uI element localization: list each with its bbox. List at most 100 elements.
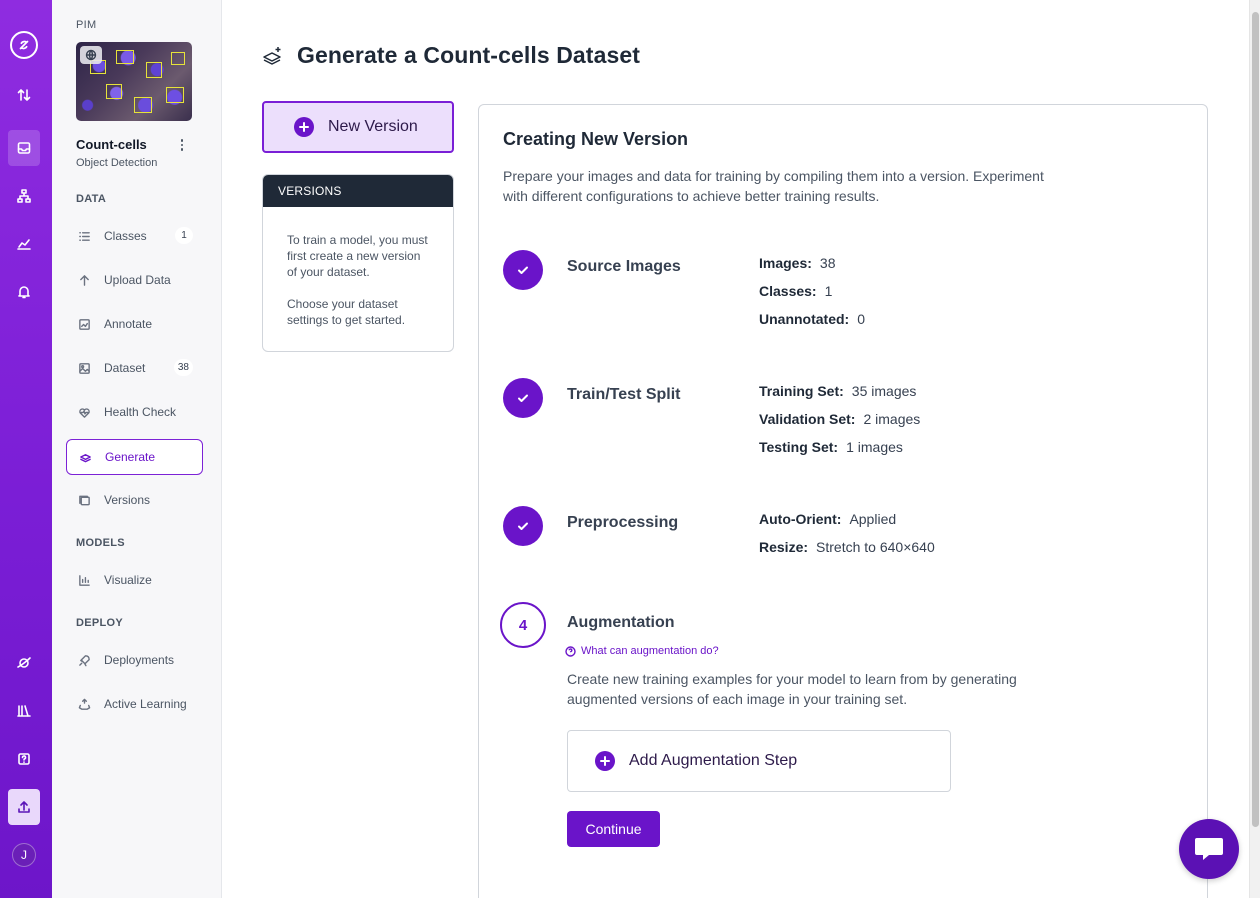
page-title: Generate a Count-cells Dataset bbox=[297, 42, 641, 68]
sidebar-item-label: Dataset bbox=[104, 361, 146, 375]
page-header: Generate a Count-cells Dataset bbox=[262, 42, 640, 69]
step-preprocessing-title[interactable]: Preprocessing bbox=[567, 514, 678, 532]
section-data: DATA bbox=[76, 193, 107, 205]
image-icon bbox=[79, 362, 90, 374]
step-source-images-title[interactable]: Source Images bbox=[567, 258, 681, 276]
sidebar-item-label: Visualize bbox=[104, 573, 152, 587]
sidebar-item-generate[interactable]: Generate bbox=[66, 439, 203, 475]
layers-sparkle-icon bbox=[263, 46, 281, 65]
sidebar-item-label: Versions bbox=[104, 493, 151, 507]
page-scrollbar[interactable] bbox=[1249, 0, 1260, 898]
heart-pulse-icon bbox=[79, 407, 90, 418]
project-sidebar: PIM Count-cells Object Detection DATA Cl… bbox=[52, 0, 222, 898]
step-number-indicator: 4 bbox=[500, 602, 546, 648]
preprocessing-summary: Auto-Orient: Applied Resize: Stretch to 64… bbox=[759, 505, 935, 561]
version-creator-card: Creating New Version Prepare your images… bbox=[478, 104, 1208, 898]
images-key: Images: bbox=[759, 255, 812, 271]
augmentation-help-link[interactable]: What can augmentation do? bbox=[565, 645, 719, 657]
planet-icon[interactable] bbox=[8, 645, 40, 681]
continue-button[interactable]: Continue bbox=[567, 811, 660, 847]
sidebar-item-versions[interactable]: Versions bbox=[66, 482, 203, 518]
auto-orient-value: Applied bbox=[849, 511, 897, 527]
project-thumbnail[interactable] bbox=[76, 42, 192, 121]
new-version-button[interactable]: New Version bbox=[262, 101, 454, 153]
analytics-icon[interactable] bbox=[8, 226, 40, 262]
step-complete-check-icon[interactable] bbox=[503, 506, 543, 546]
scrollbar-thumb[interactable] bbox=[1252, 12, 1259, 827]
sidebar-item-classes[interactable]: Classes 1 bbox=[66, 218, 203, 254]
recycle-icon bbox=[78, 698, 91, 710]
add-augmentation-label: Add Augmentation Step bbox=[629, 752, 798, 769]
layers-sparkle-icon bbox=[80, 453, 91, 462]
dataset-count-badge: 38 bbox=[173, 359, 193, 376]
unannotated-key: Unannotated: bbox=[759, 311, 850, 327]
unannotated-value: 0 bbox=[857, 311, 866, 327]
sort-arrows-icon[interactable] bbox=[8, 77, 40, 113]
auto-orient-key: Auto-Orient: bbox=[759, 511, 842, 527]
upload-icon[interactable] bbox=[8, 789, 40, 825]
testing-set-value: 1 images bbox=[846, 439, 903, 455]
sidebar-item-label: Generate bbox=[105, 450, 156, 464]
step-complete-check-icon[interactable] bbox=[503, 378, 543, 418]
versions-icon bbox=[79, 495, 90, 505]
augmentation-description: Create new training examples for your mo… bbox=[567, 671, 1017, 707]
sidebar-item-label: Classes bbox=[104, 229, 147, 243]
roboflow-logo-icon[interactable] bbox=[10, 31, 38, 59]
creator-description: Prepare your images and data for trainin… bbox=[503, 168, 1044, 204]
step-complete-check-icon[interactable] bbox=[503, 250, 543, 290]
sidebar-item-health-check[interactable]: Health Check bbox=[66, 394, 203, 430]
sidebar-item-dataset[interactable]: Dataset 38 bbox=[66, 350, 203, 386]
training-set-key: Training Set: bbox=[759, 383, 844, 399]
add-augmentation-step-button[interactable]: Add Augmentation Step bbox=[567, 730, 951, 792]
rocket-icon bbox=[79, 654, 90, 666]
versions-empty-text: To train a model, you must first create … bbox=[287, 233, 428, 279]
sidebar-item-label: Annotate bbox=[104, 317, 153, 331]
sidebar-item-annotate[interactable]: Annotate bbox=[66, 306, 203, 342]
source-images-summary: Images: 38 Classes: 1 Unannotated: 0 bbox=[759, 249, 865, 333]
classes-value: 1 bbox=[824, 283, 833, 299]
bar-chart-icon bbox=[79, 574, 90, 586]
plus-circle-icon bbox=[294, 117, 314, 137]
split-summary: Training Set: 35 images Validation Set: 2 … bbox=[759, 377, 920, 461]
help-icon[interactable] bbox=[8, 741, 40, 777]
app-rail: J bbox=[0, 0, 52, 898]
sidebar-item-deployments[interactable]: Deployments bbox=[66, 642, 203, 678]
sidebar-item-active-learning[interactable]: Active Learning bbox=[66, 686, 203, 722]
images-value: 38 bbox=[819, 255, 836, 271]
sidebar-item-label: Deployments bbox=[104, 653, 175, 667]
workspace-name[interactable]: PIM bbox=[76, 19, 96, 31]
project-menu-icon[interactable] bbox=[176, 137, 188, 153]
step-train-test-split-title[interactable]: Train/Test Split bbox=[567, 386, 681, 404]
versions-hint-text: Choose your dataset settings to get star… bbox=[287, 297, 406, 327]
section-models: MODELS bbox=[76, 537, 125, 549]
globe-icon bbox=[80, 46, 102, 64]
new-version-label: New Version bbox=[328, 118, 418, 135]
creator-title: Creating New Version bbox=[503, 129, 689, 149]
chat-widget-button[interactable] bbox=[1179, 819, 1239, 879]
list-icon bbox=[79, 231, 90, 241]
sidebar-item-label: Health Check bbox=[104, 405, 177, 419]
resize-value: Stretch to 640×640 bbox=[816, 539, 935, 555]
step-augmentation-title: Augmentation bbox=[567, 614, 675, 631]
classes-count-badge: 1 bbox=[175, 227, 193, 244]
versions-heading: VERSIONS bbox=[263, 175, 453, 207]
sidebar-item-label: Upload Data bbox=[104, 273, 171, 287]
inbox-icon[interactable] bbox=[8, 130, 40, 166]
training-set-value: 35 images bbox=[851, 383, 917, 399]
validation-set-key: Validation Set: bbox=[759, 411, 856, 427]
testing-set-key: Testing Set: bbox=[759, 439, 839, 455]
sidebar-item-visualize[interactable]: Visualize bbox=[66, 562, 203, 598]
workflow-icon[interactable] bbox=[8, 178, 40, 214]
validation-set-value: 2 images bbox=[863, 411, 921, 427]
annotate-icon bbox=[79, 318, 90, 330]
chat-bubble-icon bbox=[1195, 838, 1223, 860]
classes-key: Classes: bbox=[759, 283, 817, 299]
arrow-up-icon bbox=[80, 274, 89, 286]
user-avatar[interactable]: J bbox=[12, 843, 36, 867]
resize-key: Resize: bbox=[759, 539, 809, 555]
sidebar-item-upload-data[interactable]: Upload Data bbox=[66, 262, 203, 298]
bell-icon[interactable] bbox=[8, 274, 40, 310]
plus-circle-icon bbox=[595, 751, 615, 771]
library-icon[interactable] bbox=[8, 693, 40, 729]
project-type: Object Detection bbox=[76, 157, 158, 169]
